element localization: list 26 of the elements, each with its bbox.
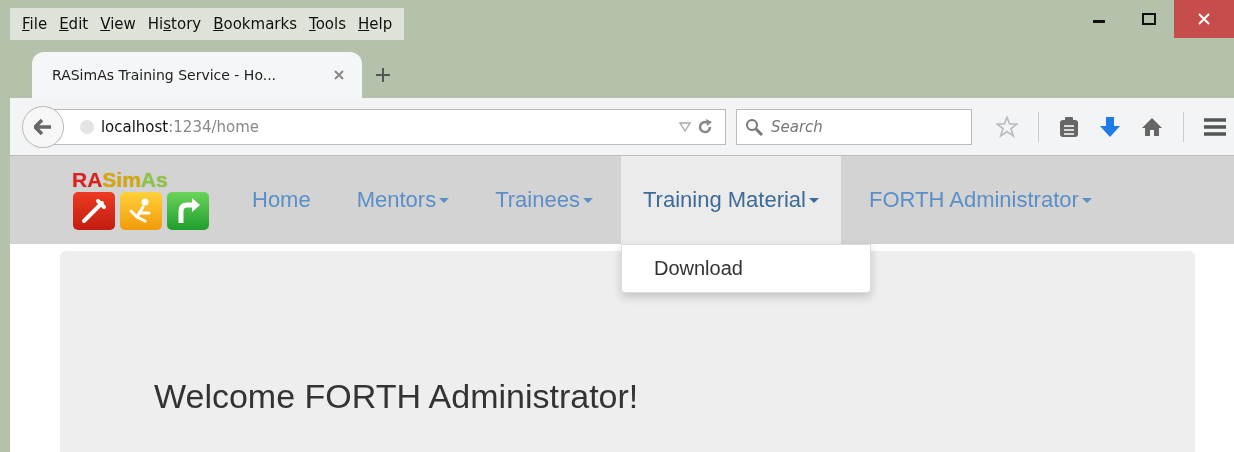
menu-item[interactable]: Help [357, 15, 393, 33]
bookmark-star-icon[interactable] [996, 115, 1018, 138]
menu-icon[interactable] [1204, 117, 1226, 136]
menu-item[interactable]: Tools [309, 15, 346, 33]
search-field[interactable]: Search [736, 108, 972, 145]
figure-icon [119, 191, 163, 231]
menu-item[interactable]: History [147, 15, 202, 33]
menu-item[interactable]: Bookmarks [213, 15, 297, 33]
back-arrow-icon[interactable] [33, 118, 52, 135]
home-icon[interactable] [1141, 116, 1163, 137]
menu-item[interactable]: File [22, 15, 48, 33]
reload-icon[interactable] [697, 118, 713, 135]
logo-text: RASimAs [72, 169, 169, 191]
menu-item[interactable]: View [100, 15, 136, 33]
new-tab-icon[interactable] [376, 68, 390, 82]
back-button[interactable] [22, 105, 64, 148]
menu-item[interactable]: Edit [59, 15, 89, 33]
maximize-icon[interactable] [1142, 13, 1156, 25]
close-icon[interactable] [334, 70, 344, 80]
download-icon[interactable] [1099, 115, 1121, 138]
url-text: localhost:1234/home [100, 117, 261, 136]
clipboard-icon[interactable] [1059, 115, 1079, 138]
browser-tab[interactable]: RASimAs Training Service - Ho... [32, 52, 362, 98]
welcome-heading: Welcome FORTH Administrator! [154, 377, 640, 416]
menu-item[interactable]: Download [621, 251, 870, 286]
search-icon[interactable] [745, 117, 763, 136]
